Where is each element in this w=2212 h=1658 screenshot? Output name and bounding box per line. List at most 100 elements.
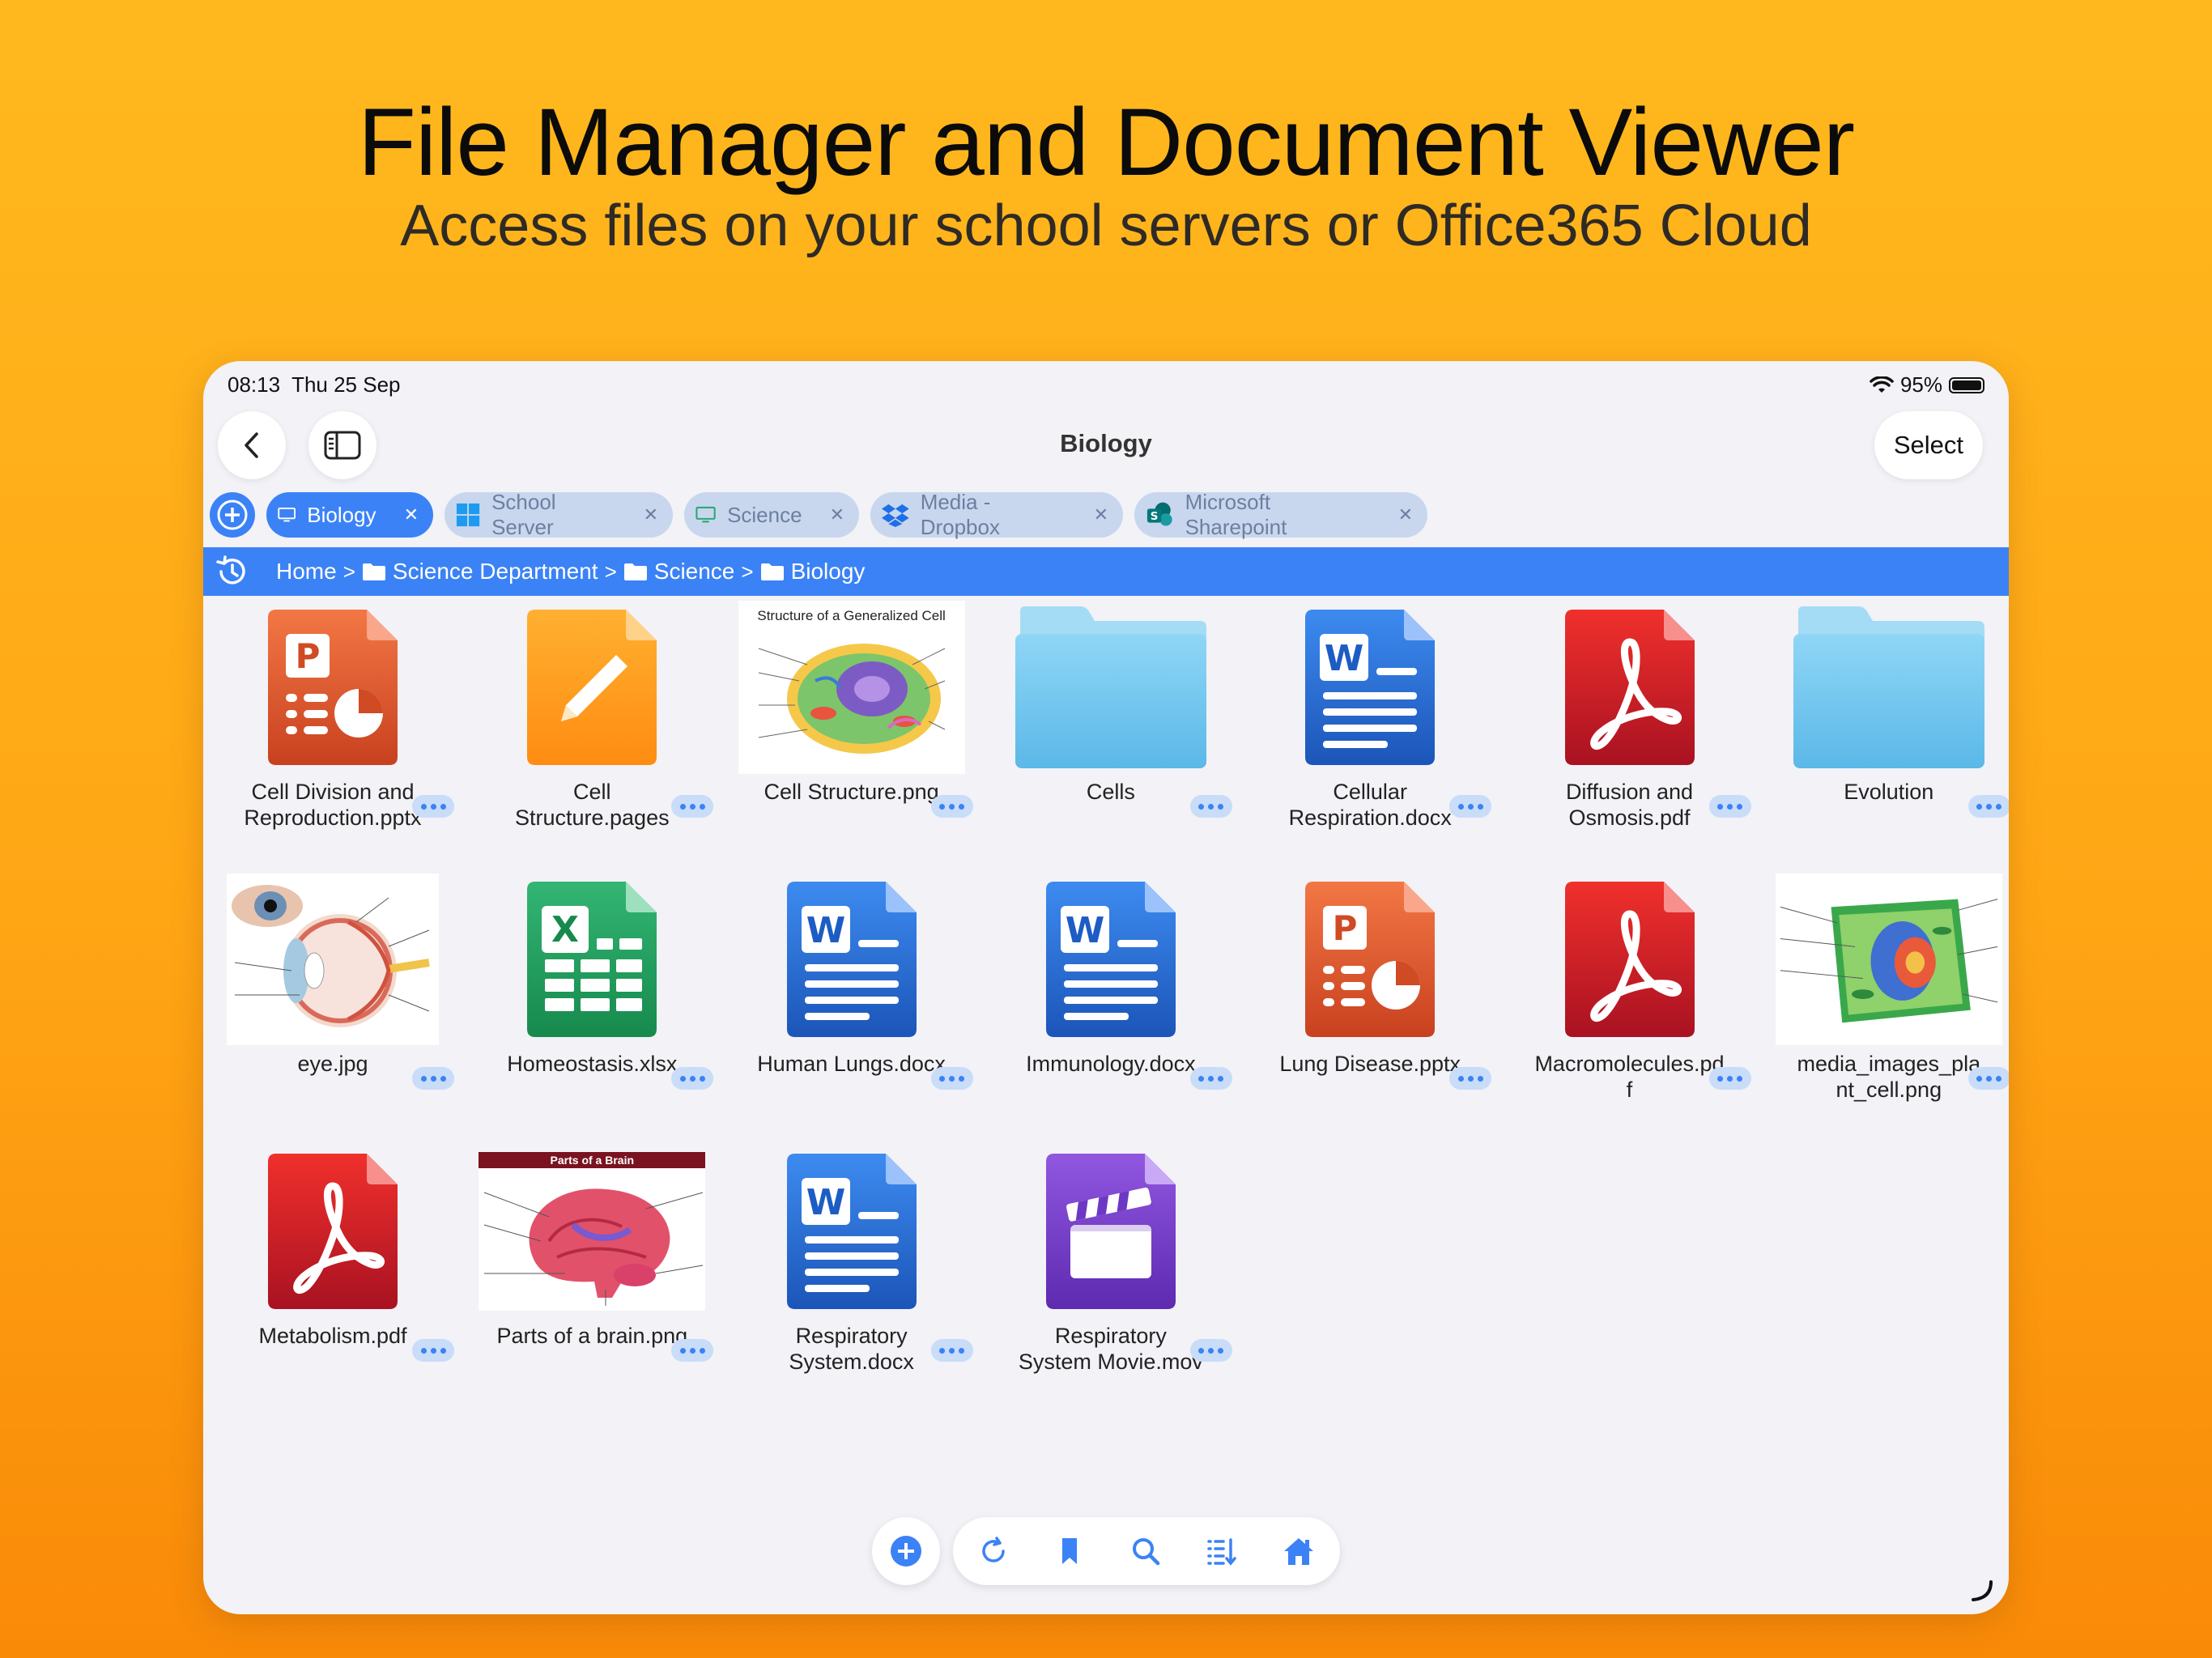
close-tab-icon[interactable]: ✕	[1398, 504, 1413, 525]
dot	[1717, 1075, 1723, 1082]
more-options-button[interactable]	[412, 1067, 454, 1090]
svg-text:W: W	[806, 1182, 845, 1223]
select-button[interactable]: Select	[1874, 411, 1983, 479]
plus-icon	[217, 500, 248, 530]
more-options-button[interactable]	[1708, 795, 1751, 818]
add-button[interactable]	[872, 1517, 940, 1585]
svg-text:S: S	[1151, 511, 1159, 523]
dot	[939, 1075, 946, 1082]
dot	[949, 1347, 955, 1354]
dot	[440, 1075, 446, 1082]
breadcrumb-science-department[interactable]: Science Department	[362, 559, 598, 585]
more-options-button[interactable]	[671, 1067, 714, 1090]
dot	[1737, 803, 1742, 810]
crumb-label: Home	[276, 559, 337, 584]
close-tab-icon[interactable]: ✕	[1094, 504, 1108, 525]
svg-text:P: P	[1333, 908, 1358, 948]
dot	[420, 1075, 427, 1082]
dot	[1727, 1075, 1733, 1082]
dot	[689, 803, 696, 810]
status-time: 08:13 Thu 25 Sep	[228, 372, 401, 397]
more-options-button[interactable]	[671, 795, 714, 818]
more-options-button[interactable]	[1967, 795, 2009, 818]
tab-media-dropbox[interactable]: Media - Dropbox ✕	[870, 490, 1123, 539]
xlsx-file-icon: X	[479, 876, 705, 1042]
chevron-right-icon: >	[604, 559, 617, 584]
more-options-button[interactable]	[1708, 1067, 1751, 1090]
dot	[939, 803, 946, 810]
more-options-button[interactable]	[1449, 795, 1492, 818]
tab-biology[interactable]: Biology ✕	[266, 492, 433, 538]
tab-label: Science	[727, 502, 802, 527]
tablet-screen: 08:13 Thu 25 Sep 95% Biology Select Biol…	[203, 361, 2009, 1614]
more-options-button[interactable]	[1967, 1067, 2009, 1090]
pptx-file-icon: P	[219, 604, 446, 770]
breadcrumb-science[interactable]: Science	[623, 559, 734, 585]
dot	[679, 1347, 686, 1354]
image-caption: Parts of a Brain	[479, 1151, 706, 1168]
breadcrumb-home[interactable]: Home	[276, 559, 337, 585]
resize-corner-icon[interactable]	[1967, 1575, 1994, 1603]
dot	[959, 1347, 965, 1354]
folder-icon	[998, 604, 1224, 770]
dot	[1727, 803, 1733, 810]
battery-percent: 95%	[1899, 372, 1942, 397]
more-options-button[interactable]	[412, 1339, 454, 1362]
tab-label: Microsoft Sharepoint	[1185, 490, 1287, 539]
more-options-button[interactable]	[412, 795, 454, 818]
more-options-button[interactable]	[1189, 795, 1232, 818]
more-options-button[interactable]	[1449, 1067, 1492, 1090]
status-indicators: 95%	[1870, 372, 1984, 397]
docx-file-icon: W	[738, 1148, 965, 1314]
more-options-button[interactable]	[1189, 1067, 1232, 1090]
more-options-button[interactable]	[930, 1067, 973, 1090]
breadcrumb-biology[interactable]: Biology	[760, 559, 865, 585]
dot	[1996, 803, 2002, 810]
add-tab-button[interactable]	[210, 492, 255, 538]
dot	[689, 1347, 696, 1354]
pdf-file-icon	[219, 1148, 446, 1314]
dropbox-icon	[882, 504, 909, 527]
dot	[430, 1347, 436, 1354]
dot	[420, 803, 427, 810]
tab-science[interactable]: Science ✕	[684, 492, 859, 538]
dot	[1717, 803, 1723, 810]
dot	[1198, 1347, 1205, 1354]
folder-icon	[362, 563, 385, 580]
hero-title: File Manager and Document Viewer	[357, 89, 1855, 196]
svg-text:W: W	[806, 910, 845, 951]
dot	[679, 803, 686, 810]
more-options-button[interactable]	[671, 1339, 714, 1362]
dot	[949, 1075, 955, 1082]
dot	[1218, 1347, 1224, 1354]
bookmark-icon[interactable]	[1053, 1535, 1086, 1567]
tab-school-server[interactable]: School Server ✕	[445, 490, 673, 539]
sort-icon[interactable]	[1206, 1535, 1238, 1567]
dot	[1477, 803, 1483, 810]
dot	[699, 1075, 705, 1082]
dot	[939, 1347, 946, 1354]
dot	[1976, 803, 1983, 810]
close-tab-icon[interactable]: ✕	[830, 504, 844, 525]
dot	[440, 803, 446, 810]
history-icon[interactable]	[215, 554, 250, 589]
page-title: Biology	[1060, 429, 1152, 457]
image-thumbnail	[219, 873, 446, 1045]
home-icon[interactable]	[1282, 1535, 1316, 1567]
pptx-file-icon: P	[1257, 876, 1483, 1042]
more-options-button[interactable]	[1189, 1339, 1232, 1362]
breadcrumb: Home > Science Department > Science > Bi…	[203, 547, 2009, 596]
windows-icon	[456, 503, 480, 527]
dot	[430, 803, 436, 810]
dot	[689, 1075, 696, 1082]
tab-microsoft-sharepoint[interactable]: S Microsoft Sharepoint ✕	[1134, 490, 1427, 539]
dot	[1737, 1075, 1742, 1082]
refresh-icon[interactable]	[977, 1535, 1010, 1567]
close-tab-icon[interactable]: ✕	[644, 504, 658, 525]
pages-file-icon	[479, 604, 705, 770]
close-tab-icon[interactable]: ✕	[404, 504, 419, 525]
dot	[959, 803, 965, 810]
more-options-button[interactable]	[930, 795, 973, 818]
more-options-button[interactable]	[930, 1339, 973, 1362]
search-icon[interactable]	[1129, 1535, 1162, 1567]
